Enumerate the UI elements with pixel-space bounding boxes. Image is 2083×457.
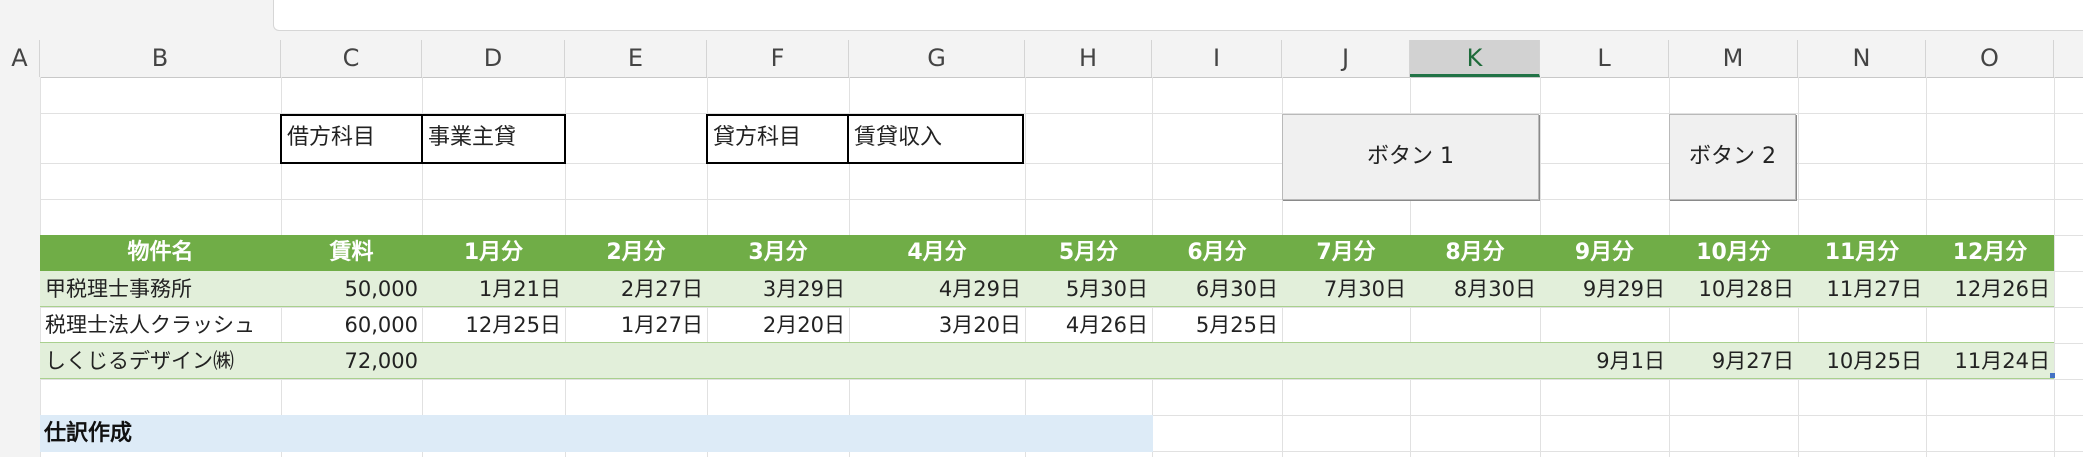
payment-date-cell[interactable]: [1410, 343, 1540, 379]
table-row: しくじるデザイン㈱ 72,000 9月1日 9月27日 10月25日 11月24日: [40, 343, 2054, 379]
payment-date-cell[interactable]: [1926, 307, 2054, 343]
table-header-cell[interactable]: 7月分: [1282, 235, 1410, 271]
row-header-gutter: [0, 77, 41, 457]
column-header-h[interactable]: H: [1025, 40, 1152, 77]
table-resize-handle[interactable]: [2050, 373, 2055, 378]
payment-date-cell[interactable]: [707, 343, 849, 379]
table-header-cell[interactable]: 賃料: [281, 235, 422, 271]
table-header-cell[interactable]: 5月分: [1025, 235, 1152, 271]
payment-date-cell[interactable]: 10月28日: [1669, 271, 1798, 307]
property-name-cell[interactable]: しくじるデザイン㈱: [40, 343, 281, 379]
payment-date-cell[interactable]: [1540, 307, 1669, 343]
payment-date-cell[interactable]: [1798, 307, 1926, 343]
table-header-cell[interactable]: 1月分: [422, 235, 565, 271]
column-header-g[interactable]: G: [849, 40, 1025, 77]
table-header-row: 物件名 賃料 1月分 2月分 3月分 4月分 5月分 6月分 7月分 8月分 9月分 10月分 11月分…: [40, 235, 2054, 271]
payment-date-cell[interactable]: 4月26日: [1025, 307, 1152, 343]
property-name-cell[interactable]: 税理士法人クラッシュ: [40, 307, 281, 343]
table-header-cell[interactable]: 6月分: [1152, 235, 1282, 271]
payment-date-cell[interactable]: 5月30日: [1025, 271, 1152, 307]
journal-section-title: 仕訳作成: [44, 421, 133, 446]
column-header-e[interactable]: E: [565, 40, 707, 77]
row-divider: [40, 378, 2054, 379]
table-header-cell[interactable]: 4月分: [849, 235, 1025, 271]
table-row: 甲税理士事務所 50,000 1月21日 2月27日 3月29日 4月29日 5月30日 6月…: [40, 271, 2054, 307]
debit-label-cell[interactable]: 借方科目: [280, 114, 423, 164]
rent-cell[interactable]: 50,000: [281, 271, 422, 307]
payment-date-cell[interactable]: [1025, 343, 1152, 379]
payment-date-cell[interactable]: 12月26日: [1926, 271, 2054, 307]
column-header-b[interactable]: B: [40, 40, 281, 77]
payment-date-cell[interactable]: 12月25日: [422, 307, 565, 343]
payment-date-cell[interactable]: 7月30日: [1282, 271, 1410, 307]
table-header-cell[interactable]: 8月分: [1410, 235, 1540, 271]
payment-date-cell[interactable]: 9月27日: [1669, 343, 1798, 379]
debit-value-cell[interactable]: 事業主貸: [421, 114, 566, 164]
column-header-j[interactable]: J: [1282, 40, 1410, 77]
payment-date-cell[interactable]: 5月25日: [1152, 307, 1282, 343]
column-header-n[interactable]: N: [1798, 40, 1926, 77]
payment-date-cell[interactable]: 8月30日: [1410, 271, 1540, 307]
payment-date-cell[interactable]: 1月21日: [422, 271, 565, 307]
table-header-cell[interactable]: 11月分: [1798, 235, 1926, 271]
payment-date-cell[interactable]: [1152, 343, 1282, 379]
rent-cell[interactable]: 72,000: [281, 343, 422, 379]
button-2[interactable]: ボタン 2: [1669, 114, 1796, 200]
payment-date-cell[interactable]: 9月1日: [1540, 343, 1669, 379]
column-header-i[interactable]: I: [1152, 40, 1282, 77]
column-header-f[interactable]: F: [707, 40, 849, 77]
table-header-cell[interactable]: 9月分: [1540, 235, 1669, 271]
payment-date-cell[interactable]: 3月20日: [849, 307, 1025, 343]
credit-value-cell[interactable]: 賃貸収入: [847, 114, 1024, 164]
journal-section-bar: [40, 415, 1153, 452]
table-header-cell[interactable]: 2月分: [565, 235, 707, 271]
payment-date-cell[interactable]: [1282, 307, 1410, 343]
table-header-cell[interactable]: 10月分: [1669, 235, 1798, 271]
button-1[interactable]: ボタン 1: [1282, 114, 1539, 200]
payment-date-cell[interactable]: [1282, 343, 1410, 379]
payment-date-cell[interactable]: [1410, 307, 1540, 343]
rent-cell[interactable]: 60,000: [281, 307, 422, 343]
payment-date-cell[interactable]: 11月24日: [1926, 343, 2054, 379]
payment-date-cell[interactable]: 4月29日: [849, 271, 1025, 307]
column-header-l[interactable]: L: [1540, 40, 1669, 77]
column-header-a[interactable]: A: [0, 40, 40, 77]
payment-date-cell[interactable]: [565, 343, 707, 379]
payment-date-cell[interactable]: [422, 343, 565, 379]
top-bar: [0, 0, 2083, 40]
payment-date-cell[interactable]: [849, 343, 1025, 379]
table-header-cell[interactable]: 3月分: [707, 235, 849, 271]
payment-date-cell[interactable]: 6月30日: [1152, 271, 1282, 307]
payment-date-cell[interactable]: 2月27日: [565, 271, 707, 307]
credit-label-cell[interactable]: 貸方科目: [706, 114, 849, 164]
table-header-cell[interactable]: 物件名: [40, 235, 281, 271]
column-header-m[interactable]: M: [1669, 40, 1798, 77]
formula-bar[interactable]: [273, 0, 2083, 31]
payment-date-cell[interactable]: 1月27日: [565, 307, 707, 343]
payment-date-cell[interactable]: [1669, 307, 1798, 343]
payment-date-cell[interactable]: 9月29日: [1540, 271, 1669, 307]
payment-date-cell[interactable]: 10月25日: [1798, 343, 1926, 379]
column-header-k[interactable]: K: [1410, 40, 1540, 77]
table-row: 税理士法人クラッシュ 60,000 12月25日 1月27日 2月20日 3月20日 4月2…: [40, 307, 2054, 343]
payment-date-cell[interactable]: 2月20日: [707, 307, 849, 343]
column-header-c[interactable]: C: [281, 40, 422, 77]
column-header-row: ABCDEFGHIJKLMNO: [0, 40, 2083, 78]
table-header-cell[interactable]: 12月分: [1926, 235, 2054, 271]
column-header-d[interactable]: D: [422, 40, 565, 77]
column-header-o[interactable]: O: [1926, 40, 2054, 77]
payment-date-cell[interactable]: 3月29日: [707, 271, 849, 307]
payment-date-cell[interactable]: 11月27日: [1798, 271, 1926, 307]
property-name-cell[interactable]: 甲税理士事務所: [40, 271, 281, 307]
